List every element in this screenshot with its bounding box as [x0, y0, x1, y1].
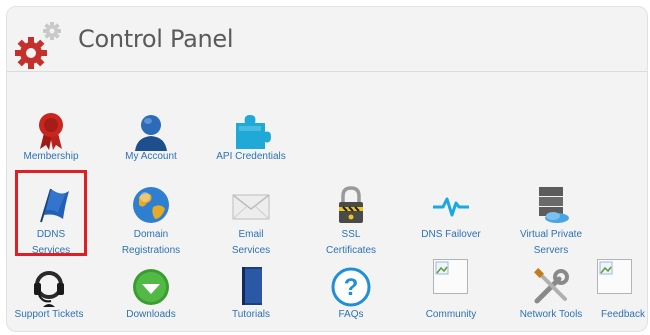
user-icon — [135, 115, 167, 151]
item-label: Feedback — [601, 309, 645, 320]
panel-header: Control Panel — [7, 7, 647, 71]
envelope-icon — [232, 194, 270, 220]
item-label: Community — [425, 309, 477, 320]
header-divider — [7, 71, 647, 72]
servers-icon — [539, 187, 569, 223]
gears-icon — [15, 22, 61, 69]
item-label: Downloads — [126, 309, 176, 320]
item-label: SSL Certificates — [325, 229, 376, 256]
item-label: Support Tickets — [14, 309, 84, 320]
headset-icon — [34, 271, 64, 307]
puzzle-icon — [236, 115, 271, 149]
question-icon: ? — [331, 267, 371, 307]
item-label: My Account — [125, 151, 177, 162]
control-panel: Control Panel Membership My Account API … — [6, 6, 648, 332]
svg-text:?: ? — [344, 274, 359, 301]
item-label: DNS Failover — [421, 229, 481, 240]
item-label: Domain Registrations — [121, 229, 181, 256]
item-label: Virtual Private Servers — [519, 229, 583, 256]
book-icon — [242, 267, 262, 305]
broken-image-icon — [597, 259, 632, 294]
item-label: Tutorials — [232, 309, 270, 320]
item-label: FAQs — [338, 309, 364, 320]
item-label: Membership — [23, 151, 79, 162]
ribbon-icon — [39, 113, 63, 150]
item-label: API Credentials — [216, 151, 286, 162]
pulse-icon — [433, 197, 469, 217]
broken-image-icon — [433, 259, 468, 294]
item-label: DDNS Services — [31, 229, 71, 256]
tools-icon — [534, 268, 569, 304]
lock-icon — [339, 186, 363, 223]
download-icon — [133, 269, 169, 305]
globe-icon — [133, 187, 169, 223]
flag-icon — [40, 188, 69, 223]
item-label: Email Services — [231, 229, 271, 256]
page-title: Control Panel — [78, 25, 234, 53]
